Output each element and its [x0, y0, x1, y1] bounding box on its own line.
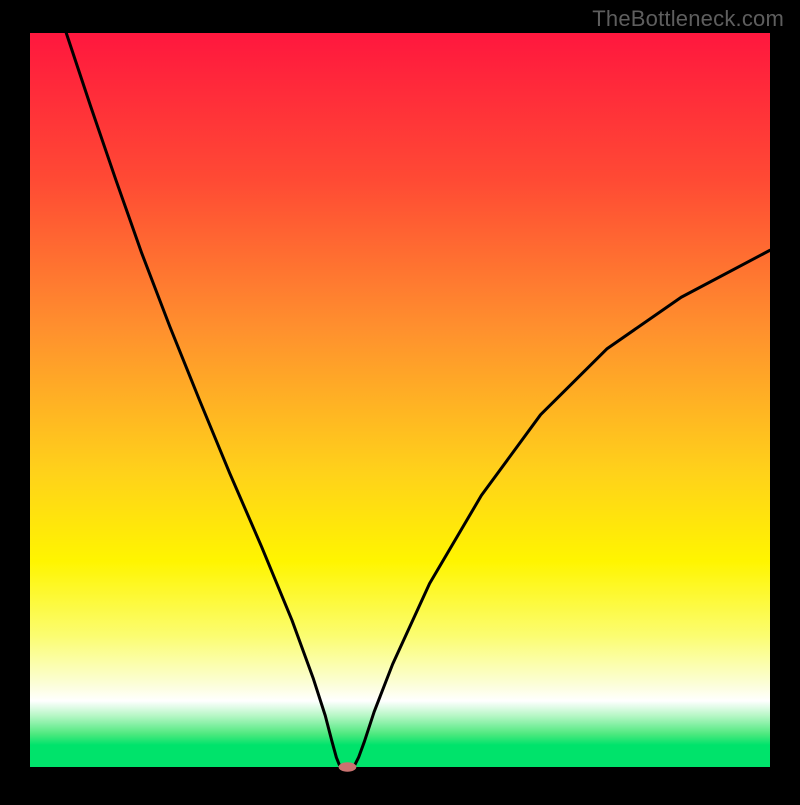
watermark-text: TheBottleneck.com [592, 6, 784, 32]
chart-plot-area [30, 33, 770, 767]
chart-frame: TheBottleneck.com [0, 0, 800, 800]
optimal-marker [339, 762, 357, 772]
bottleneck-chart [0, 0, 800, 800]
